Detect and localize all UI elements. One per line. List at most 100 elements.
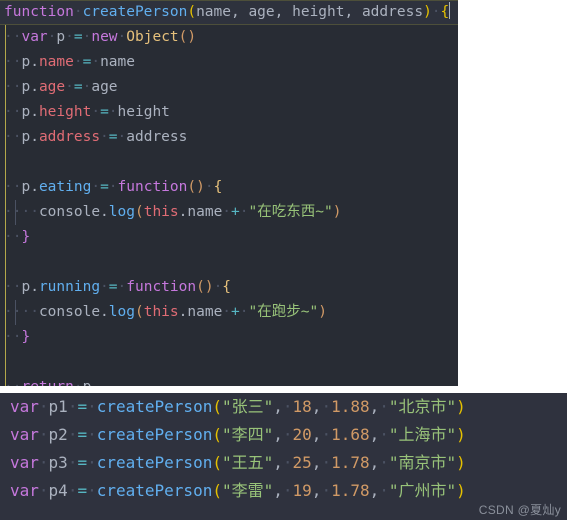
paren-close-icon: ) [456, 481, 466, 500]
paren-open-icon: ( [212, 397, 222, 416]
paren-close-icon: ) [456, 425, 466, 444]
operator-dot: . [30, 129, 39, 145]
whitespace-dot: · [38, 397, 49, 416]
paren-open-icon: ( [187, 179, 197, 195]
indent-dots: ·· [4, 179, 22, 195]
operator-dot: . [100, 304, 109, 320]
code-line-4[interactable]: ··p.age·=·age [0, 75, 458, 100]
arg-age: 18 [292, 397, 312, 416]
operator-dot: . [30, 79, 39, 95]
brace-close-icon: } [21, 329, 31, 345]
comma: , [369, 453, 380, 472]
code-line-11-blank[interactable] [0, 250, 458, 275]
method-running: running [38, 279, 101, 295]
whitespace-dot: · [222, 204, 232, 220]
indent-dots: ·· [4, 279, 22, 295]
code-line-6[interactable]: ··p.address·=·address [0, 125, 458, 150]
operator-assign: = [77, 481, 88, 500]
code-line-7-blank[interactable] [0, 150, 458, 175]
code-line-8[interactable]: ··p.eating·=·function()·{ [0, 175, 458, 200]
indent-dots: ·· [21, 304, 39, 320]
comma: , [311, 453, 322, 472]
code-line-15-blank[interactable] [0, 350, 458, 375]
indent-dots: ·· [4, 129, 22, 145]
whitespace-dot: · [321, 481, 332, 500]
code-line-10[interactable]: ··} [0, 225, 458, 250]
whitespace-dot: · [282, 481, 293, 500]
code-line-16[interactable]: ··return·p [0, 375, 458, 386]
comma: , [273, 425, 283, 444]
comma: , [273, 481, 283, 500]
keyword-function: function [117, 179, 188, 195]
arg-city: "广州市" [388, 481, 457, 500]
usage-line-1[interactable]: var·p1·=·createPerson("张三",·18,·1.88,·"北… [0, 393, 567, 421]
code-line-13[interactable]: ····console.log(this.name·+·"在跑步~") [0, 300, 458, 325]
paren-close-icon: ) [456, 453, 466, 472]
whitespace-dot: · [65, 29, 74, 45]
comma: , [273, 397, 283, 416]
variable-p1: p1 [48, 397, 68, 416]
code-line-14[interactable]: ··} [0, 325, 458, 350]
whitespace-dot: · [282, 397, 293, 416]
indent-dots: ·· [4, 329, 22, 345]
arg-height: 1.88 [331, 397, 370, 416]
operator-assign: = [100, 104, 109, 120]
paren-open-icon: ( [134, 204, 144, 220]
arg-person-name: "王五" [221, 453, 274, 472]
keyword-var: var [10, 453, 39, 472]
property-address: address [38, 129, 101, 145]
whitespace-dot: · [74, 379, 83, 386]
indent-dots: ·· [4, 54, 22, 70]
operator-dot: . [100, 204, 109, 220]
arg-age: 19 [292, 481, 312, 500]
paren-close-icon: ) [196, 179, 205, 195]
code-line-2[interactable]: ··var·p·=·new·Object() [0, 25, 458, 50]
whitespace-dot: · [67, 481, 78, 500]
paren-open-icon: ( [134, 304, 144, 320]
paren-close-icon: ) [204, 279, 214, 295]
whitespace-dot: · [91, 104, 101, 120]
code-line-3[interactable]: ··p.name·=·name [0, 50, 458, 75]
text-caret [449, 2, 451, 19]
code-editor-panel[interactable]: function·createPerson(name, age, height,… [0, 0, 458, 386]
whitespace-dot: · [38, 453, 49, 472]
method-log: log [108, 304, 135, 320]
variable-p: p [21, 104, 31, 120]
whitespace-dot: · [239, 204, 249, 220]
operator-assign: = [108, 129, 118, 145]
usage-line-4[interactable]: var·p4·=·createPerson("李雷",·19,·1.78,·"广… [0, 477, 567, 505]
string-eating-message: "在吃东西~" [248, 204, 333, 220]
operator-dot: . [30, 54, 39, 70]
code-line-5[interactable]: ··p.height·=·height [0, 100, 458, 125]
operator-assign: = [108, 279, 118, 295]
code-line-1[interactable]: function·createPerson(name, age, height,… [0, 0, 458, 25]
code-line-12[interactable]: ··p.running·=·function()·{ [0, 275, 458, 300]
whitespace-dot: · [67, 453, 78, 472]
paren-open-icon: ( [212, 453, 222, 472]
operator-assign: = [77, 453, 88, 472]
brace-close-icon: } [21, 229, 31, 245]
whitespace-dot: · [67, 425, 78, 444]
arg-person-name: "张三" [221, 397, 274, 416]
code-line-9[interactable]: ····console.log(this.name·+·"在吃东西~") [0, 200, 458, 225]
whitespace-dot: · [87, 397, 97, 416]
keyword-var: var [21, 29, 48, 45]
paren-close-icon: ) [456, 397, 466, 416]
operator-dot: . [30, 279, 39, 295]
usage-code-panel[interactable]: var·p1·=·createPerson("张三",·18,·1.88,·"北… [0, 393, 567, 520]
whitespace-dot: · [379, 453, 389, 472]
operator-assign: = [73, 29, 83, 45]
indent-dots: ·· [4, 304, 22, 320]
whitespace-dot: · [100, 129, 109, 145]
operator-assign: = [77, 397, 88, 416]
operator-assign: = [73, 79, 83, 95]
constructor-object: Object [126, 29, 179, 45]
operator-dot: . [30, 104, 39, 120]
whitespace-dot: · [67, 397, 78, 416]
operator-assign: = [100, 179, 109, 195]
usage-line-3[interactable]: var·p3·=·createPerson("王五",·25,·1.78,·"南… [0, 449, 567, 477]
variable-p: p [21, 79, 31, 95]
property-ref-name: name [187, 304, 223, 320]
usage-line-2[interactable]: var·p2·=·createPerson("李四",·20,·1.68,·"上… [0, 421, 567, 449]
object-console: console [38, 304, 101, 320]
